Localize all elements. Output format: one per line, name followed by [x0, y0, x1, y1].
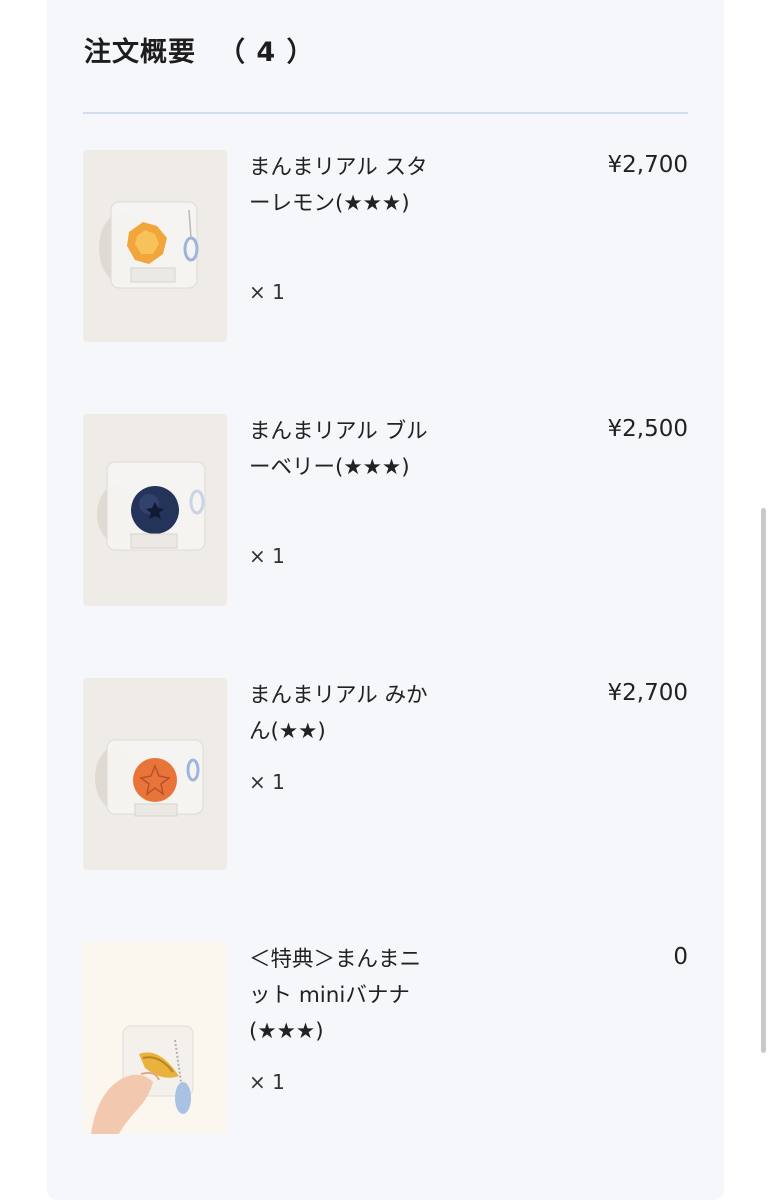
order-item: まんまリアル ブルーベリー(★★★) × 1 ¥2,500: [83, 414, 688, 606]
item-quantity: × 1: [249, 280, 285, 304]
item-name[interactable]: まんまリアル ブルーベリー(★★★): [249, 414, 439, 486]
order-item: ＜特典＞まんまニット miniバナナ(★★★) × 1 0: [83, 942, 688, 1134]
order-item: まんまリアル スターレモン(★★★) × 1 ¥2,700: [83, 150, 688, 342]
item-price: ¥2,500: [607, 416, 688, 442]
item-price: 0: [673, 944, 688, 970]
knit-mini-banana-keychain-image[interactable]: [83, 942, 227, 1134]
item-price: ¥2,700: [607, 152, 688, 178]
summary-divider: [83, 112, 688, 114]
order-item-count: （ 4 ）: [218, 37, 315, 68]
item-name[interactable]: まんまリアル スターレモン(★★★): [249, 150, 439, 222]
order-summary-title-text: 注文概要: [84, 37, 196, 68]
order-summary-title: 注文概要 （ 4 ）: [84, 30, 315, 69]
order-item: まんまリアル みかん(★★) × 1 ¥2,700: [83, 678, 688, 870]
blueberry-keychain-image[interactable]: [83, 414, 227, 606]
item-name[interactable]: まんまリアル みかん(★★): [249, 678, 439, 750]
item-quantity: × 1: [249, 544, 285, 568]
scrollbar[interactable]: [761, 508, 766, 1053]
item-price: ¥2,700: [607, 680, 688, 706]
mikan-keychain-image[interactable]: [83, 678, 227, 870]
star-lemon-keychain-image[interactable]: [83, 150, 227, 342]
item-quantity: × 1: [249, 1070, 285, 1094]
item-quantity: × 1: [249, 770, 285, 794]
item-name[interactable]: ＜特典＞まんまニット miniバナナ(★★★): [249, 942, 439, 1050]
